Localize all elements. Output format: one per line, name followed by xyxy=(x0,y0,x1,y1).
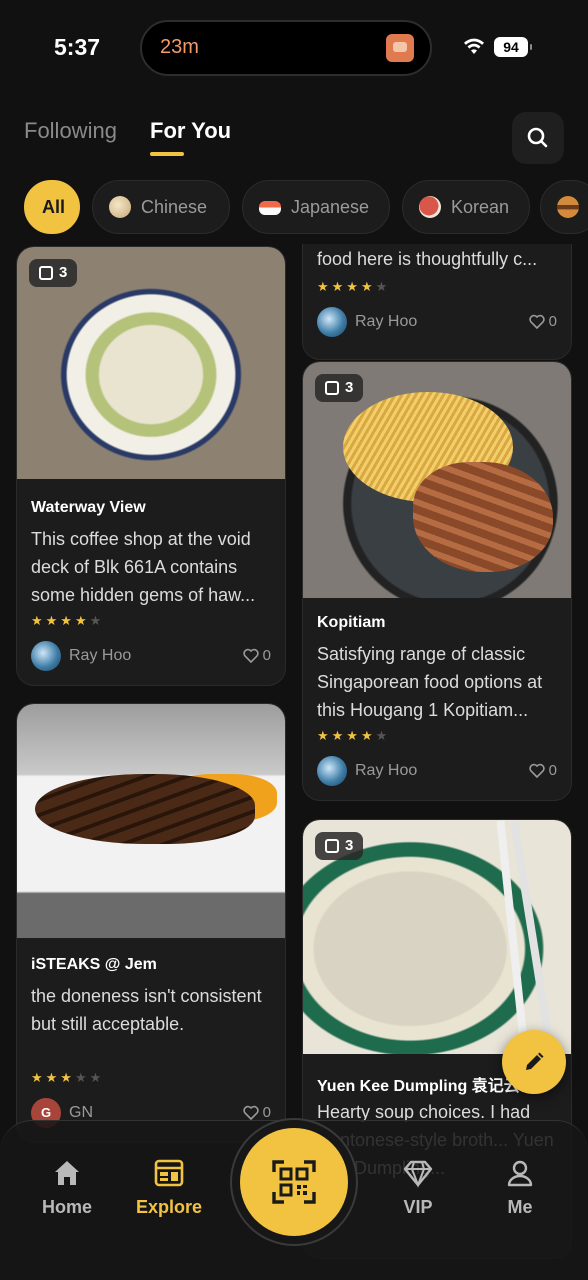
filter-chip-korean[interactable]: Korean xyxy=(402,180,530,234)
post-photo xyxy=(17,704,285,938)
post-description: the doneness isn't consistent but still … xyxy=(31,986,262,1034)
wifi-icon xyxy=(464,38,484,54)
like-count: 0 xyxy=(548,762,557,779)
chip-label: Japanese xyxy=(291,197,370,217)
dynamic-island[interactable]: 23m xyxy=(140,20,432,76)
chip-label: All xyxy=(42,197,66,217)
nav-label: Home xyxy=(41,1197,92,1217)
post-card[interactable]: 3 Waterway View This coffee shop at the … xyxy=(16,246,286,686)
cuisine-filters: All Chinese Japanese Korean xyxy=(24,180,588,236)
gallery-icon xyxy=(39,266,53,280)
nav-label: Me xyxy=(507,1197,533,1217)
post-card[interactable]: food here is thoughtfully c... ★★★★★ Ray… xyxy=(302,244,572,360)
grilled-chicken xyxy=(413,462,553,572)
photo-count-badge: 3 xyxy=(29,259,78,287)
live-activity-timer: 23m xyxy=(160,36,199,58)
filter-chip-chinese[interactable]: Chinese xyxy=(92,180,230,234)
active-tab-indicator xyxy=(150,152,184,156)
heart-icon xyxy=(242,1105,259,1120)
heart-icon xyxy=(528,763,545,778)
post-card[interactable]: 3 Kopitiam Satisfying range of classic S… xyxy=(302,361,572,801)
chip-label: Chinese xyxy=(141,197,208,217)
post-title: Kopitiam xyxy=(317,614,386,631)
like-count: 0 xyxy=(548,313,557,330)
avatar xyxy=(31,641,61,671)
author-name: Ray Hoo xyxy=(355,313,418,330)
tab-following[interactable]: Following xyxy=(24,118,117,144)
chip-label: Korean xyxy=(451,197,510,217)
steak xyxy=(35,774,255,844)
nav-label: VIP xyxy=(403,1197,433,1217)
search-icon xyxy=(527,127,548,148)
status-bar: 5:37 23m 94 xyxy=(0,0,588,100)
avatar xyxy=(317,756,347,786)
post-title: iSTEAKS @ Jem xyxy=(31,956,157,973)
gallery-icon xyxy=(325,839,339,853)
compose-button[interactable] xyxy=(502,1030,566,1094)
qr-scan-icon xyxy=(272,1160,316,1204)
meat-icon xyxy=(419,196,441,218)
filter-chip-all[interactable]: All xyxy=(24,180,80,234)
app-icon xyxy=(386,34,414,62)
nav-label: Explore xyxy=(135,1197,203,1217)
pencil-icon xyxy=(526,1052,544,1070)
clock: 5:37 xyxy=(54,34,101,60)
nav-me[interactable]: Me xyxy=(475,1157,565,1218)
author-name: Ray Hoo xyxy=(69,647,132,664)
search-button[interactable] xyxy=(512,112,564,164)
tab-for-you[interactable]: For You xyxy=(150,118,231,144)
like-button[interactable]: 0 xyxy=(242,1104,271,1121)
diamond-icon xyxy=(403,1160,433,1188)
post-description: Satisfying range of classic Singaporean … xyxy=(317,644,543,720)
post-description: food here is thoughtfully c... xyxy=(317,249,538,269)
nav-explore[interactable]: Explore xyxy=(124,1157,214,1218)
burger-icon xyxy=(557,196,579,218)
gallery-icon xyxy=(325,381,339,395)
filter-chip-more[interactable] xyxy=(540,180,588,234)
post-card[interactable]: iSTEAKS @ Jem the doneness isn't consist… xyxy=(16,703,286,1143)
photo-count-badge: 3 xyxy=(315,374,364,402)
like-count: 0 xyxy=(262,1104,271,1121)
heart-icon xyxy=(528,314,545,329)
profile-icon xyxy=(507,1160,533,1187)
rating-stars: ★★★★★ xyxy=(31,613,105,628)
rating-stars: ★★★★★ xyxy=(317,728,391,743)
avatar xyxy=(317,307,347,337)
photo-count-badge: 3 xyxy=(315,832,364,860)
dumpling-icon xyxy=(109,196,131,218)
explore-icon xyxy=(154,1159,184,1187)
nav-home[interactable]: Home xyxy=(22,1157,112,1218)
chopstick xyxy=(496,820,530,1060)
rating-stars: ★★★★★ xyxy=(317,279,391,294)
filter-chip-japanese[interactable]: Japanese xyxy=(242,180,390,234)
rating-stars: ★★★★★ xyxy=(31,1070,105,1085)
author-name: Ray Hoo xyxy=(355,762,418,779)
battery-indicator: 94 xyxy=(494,37,532,57)
like-button[interactable]: 0 xyxy=(242,647,271,664)
sushi-icon xyxy=(259,201,281,215)
like-button[interactable]: 0 xyxy=(528,762,557,779)
post-description: This coffee shop at the void deck of Blk… xyxy=(31,529,256,605)
home-icon xyxy=(55,1161,79,1185)
like-count: 0 xyxy=(262,647,271,664)
like-button[interactable]: 0 xyxy=(528,313,557,330)
nav-vip[interactable]: VIP xyxy=(373,1157,463,1218)
post-title: Waterway View xyxy=(31,499,146,516)
heart-icon xyxy=(242,648,259,663)
scan-qr-button[interactable] xyxy=(240,1128,348,1236)
